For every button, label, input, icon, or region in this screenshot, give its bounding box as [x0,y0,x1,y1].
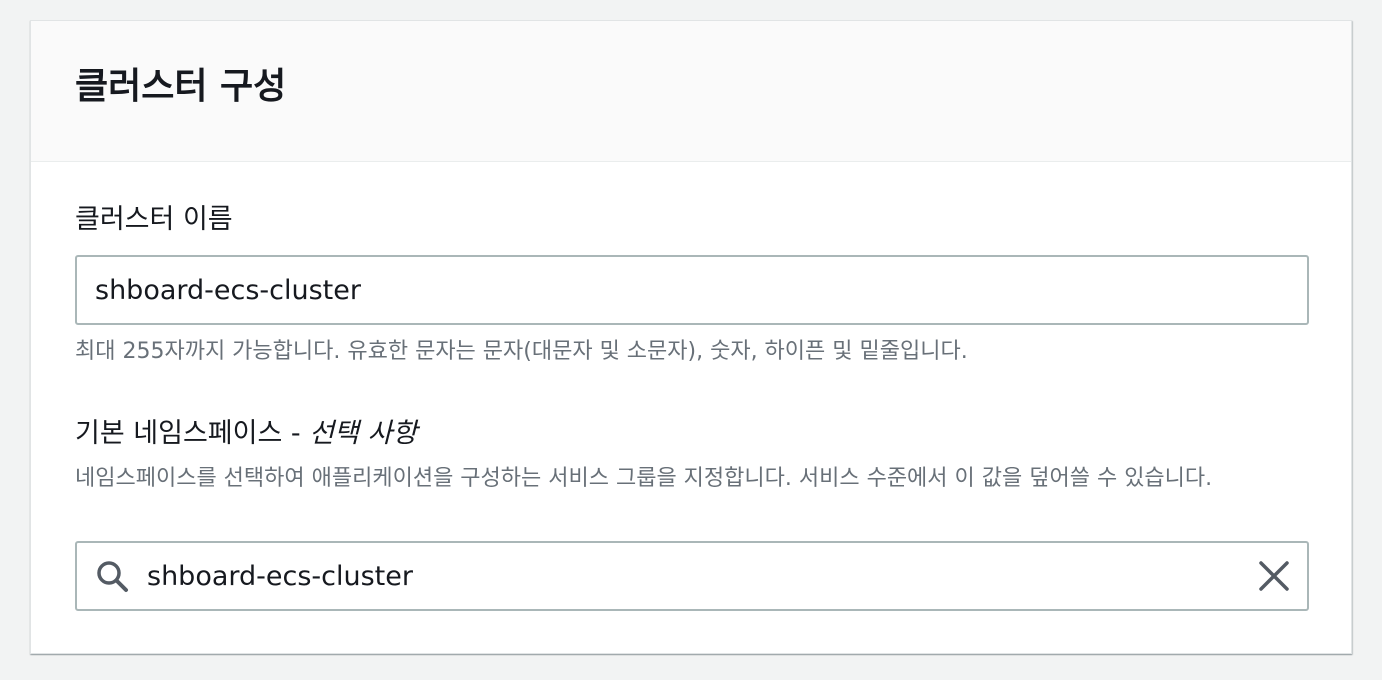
panel-header: 클러스터 구성 [31,21,1351,162]
namespace-label-text: 기본 네임스페이스 - [75,418,310,449]
cluster-name-constraint: 최대 255자까지 가능합니다. 유효한 문자는 문자(대문자 및 소문자), … [75,339,968,364]
cluster-name-field[interactable] [75,255,1309,325]
cluster-configuration-panel: 클러스터 구성 클러스터 이름 최대 255자까지 가능합니다. 유효한 문자는… [30,20,1352,654]
close-icon[interactable] [1257,559,1291,593]
search-icon [95,559,129,593]
namespace-search-field[interactable] [75,541,1309,611]
panel-title: 클러스터 구성 [75,66,287,107]
namespace-description: 네임스페이스를 선택하여 애플리케이션을 구성하는 서비스 그룹을 지정합니다.… [75,466,1213,491]
namespace-label: 기본 네임스페이스 - 선택 사항 [75,417,417,451]
cluster-name-input[interactable] [95,257,1285,323]
cluster-name-label: 클러스터 이름 [75,204,233,235]
optional-marker: 선택 사항 [309,418,418,449]
namespace-search-input[interactable] [147,543,1237,609]
